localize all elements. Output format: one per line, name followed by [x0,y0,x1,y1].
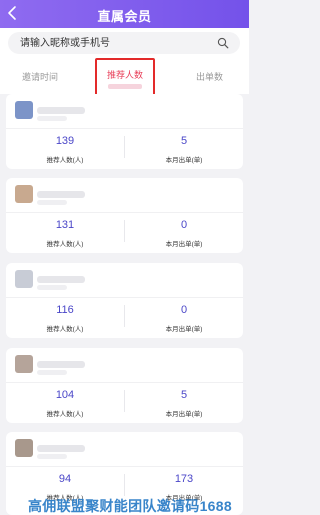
member-card[interactable]: 131 推荐人数(人) 0 本月出单(单) [6,178,243,253]
referral-count-stat: 116 推荐人数(人) [6,303,124,333]
referral-count-value: 139 [55,135,75,147]
member-phone [37,285,67,290]
member-card[interactable]: 116 推荐人数(人) 0 本月出单(单) [6,263,243,338]
tab-invite-time[interactable]: 邀请时间 [0,58,80,94]
watermark-text: 高佣联盟聚财能团队邀请码1688 [28,498,232,514]
tab-label: 邀请时间 [21,72,58,82]
member-card[interactable]: 104 推荐人数(人) 5 本月出单(单) [6,348,243,423]
referral-count-value: 94 [58,473,72,485]
divider [6,297,243,298]
monthly-orders-value: 173 [174,473,194,485]
referral-count-value: 116 [56,304,74,316]
monthly-orders-label: 本月出单(单) [165,326,203,333]
referral-count-stat: 131 推荐人数(人) [6,218,124,248]
divider [6,128,243,129]
header-bar: 直属会员 [0,0,249,28]
monthly-orders-stat: 5 本月出单(单) [125,388,243,418]
search-icon[interactable] [217,37,229,49]
tab-label: 出单数 [195,72,223,82]
member-name [37,445,85,452]
referral-count-label: 推荐人数(人) [46,411,84,418]
monthly-orders-label: 本月出单(单) [165,411,203,418]
monthly-orders-value: 0 [180,304,188,316]
member-phone [37,370,67,375]
referral-count-label: 推荐人数(人) [46,326,84,333]
avatar [15,185,33,203]
monthly-orders-stat: 0 本月出单(单) [125,303,243,333]
referral-count-label: 推荐人数(人) [46,241,84,248]
monthly-orders-label: 本月出单(单) [165,157,203,164]
monthly-orders-value: 5 [180,135,188,147]
monthly-orders-value: 0 [180,219,188,231]
divider [6,466,243,467]
avatar [15,355,33,373]
monthly-orders-stat: 0 本月出单(单) [125,218,243,248]
monthly-orders-label: 本月出单(单) [165,241,203,248]
member-name [37,361,85,368]
member-phone [37,454,67,459]
divider [6,382,243,383]
tab-order-count[interactable]: 出单数 [170,58,249,94]
member-name [37,276,85,283]
member-phone [37,200,67,205]
avatar [15,270,33,288]
member-card[interactable]: 139 推荐人数(人) 5 本月出单(单) [6,94,243,169]
search-box[interactable] [8,32,240,54]
search-bar [0,28,249,58]
monthly-orders-stat: 5 本月出单(单) [125,134,243,164]
page-title: 直属会员 [97,9,152,24]
search-input[interactable] [20,35,210,51]
member-name [37,107,85,114]
referral-count-label: 推荐人数(人) [46,157,84,164]
referral-count-stat: 139 推荐人数(人) [6,134,124,164]
member-name [37,191,85,198]
member-phone [37,116,67,121]
referral-count-stat: 104 推荐人数(人) [6,388,124,418]
avatar [15,101,33,119]
divider [6,212,243,213]
monthly-orders-value: 5 [180,389,188,401]
referral-count-value: 104 [55,389,75,401]
avatar [15,439,33,457]
referral-count-value: 131 [55,219,75,231]
